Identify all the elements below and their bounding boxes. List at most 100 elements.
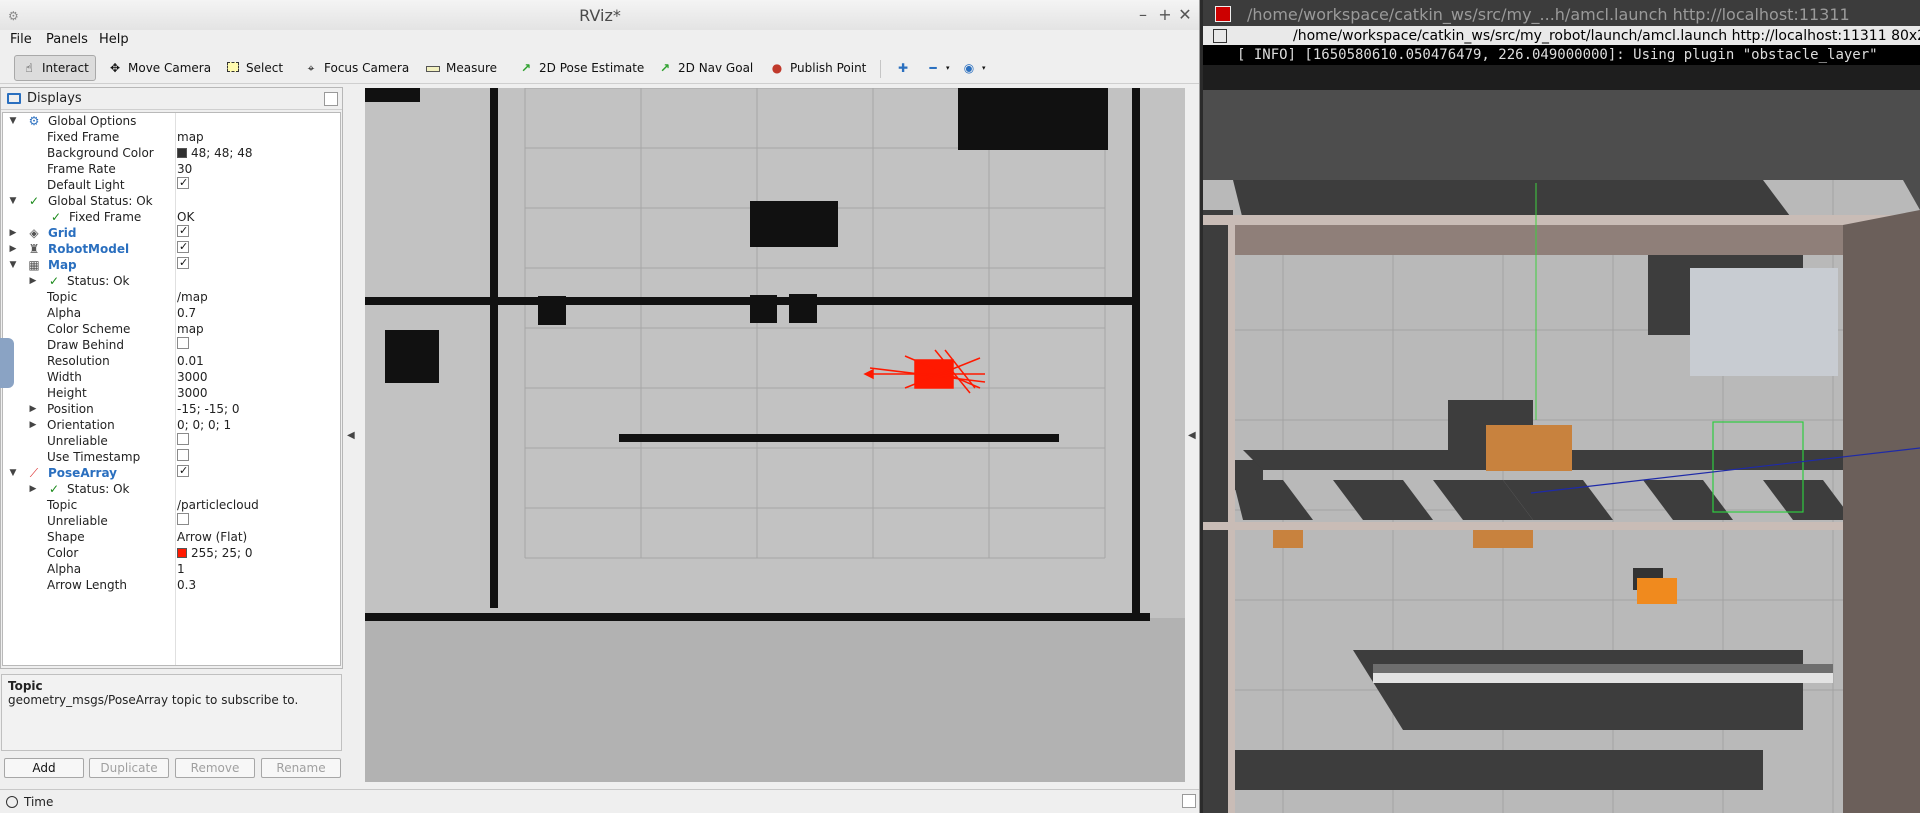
map-topic-field[interactable]: /map — [177, 289, 208, 305]
expand-right-icon[interactable]: ▶ — [27, 481, 39, 497]
tree-row-frame-rate[interactable]: Frame Rate 30 — [3, 161, 340, 177]
tree-row-use-timestamp[interactable]: Use Timestamp — [3, 449, 340, 465]
color-scheme-field[interactable]: map — [177, 321, 204, 337]
interact-tool[interactable]: ☝ Interact — [14, 55, 96, 81]
pose-unreliable-checkbox[interactable] — [177, 513, 189, 525]
arrow-length-field[interactable]: 0.3 — [177, 577, 196, 593]
tree-row-arrow-length[interactable]: Arrow Length 0.3 — [3, 577, 340, 593]
row-value: 3000 — [177, 386, 208, 400]
tree-row-shape[interactable]: Shape Arrow (Flat) — [3, 529, 340, 545]
focus-camera-tool[interactable]: ⌖ Focus Camera — [296, 55, 416, 81]
tree-row-position[interactable]: ▶ Position -15; -15; 0 — [3, 401, 340, 417]
pose-array-enabled-checkbox[interactable] — [177, 463, 189, 479]
background-color-field[interactable]: 48; 48; 48 — [177, 145, 253, 161]
map-enabled-checkbox[interactable] — [177, 255, 189, 271]
remove-button[interactable]: Remove — [175, 758, 255, 778]
row-label: Fixed Frame — [47, 130, 120, 144]
remove-tool-button[interactable]: ━ ▾ — [918, 55, 957, 81]
map-unreliable-checkbox[interactable] — [177, 433, 189, 445]
render-viewport[interactable] — [365, 87, 1185, 782]
map-render — [365, 87, 1185, 782]
tree-row-pose-color[interactable]: Color 255; 25; 0 — [3, 545, 340, 561]
publish-point-tool[interactable]: ● Publish Point — [762, 55, 873, 81]
rename-button[interactable]: Rename — [261, 758, 341, 778]
tree-row-global-status[interactable]: ▼ ✓ Global Status: Ok — [3, 193, 340, 209]
tree-row-resolution[interactable]: Resolution 0.01 — [3, 353, 340, 369]
tree-row-height[interactable]: Height 3000 — [3, 385, 340, 401]
add-button[interactable]: Add — [4, 758, 84, 778]
expand-right-icon[interactable]: ▶ — [7, 241, 19, 257]
terminal-tab[interactable]: /home/workspace/catkin_ws/src/my_robot/l… — [1203, 26, 1920, 46]
time-panel-float-button[interactable] — [1182, 794, 1196, 808]
expand-down-icon[interactable]: ▼ — [7, 257, 19, 273]
tree-row-pose-array[interactable]: ▼ ⟋ PoseArray — [3, 463, 340, 481]
expand-down-icon[interactable]: ▼ — [7, 193, 19, 209]
grid-enabled-checkbox[interactable] — [177, 223, 189, 239]
tree-row-map[interactable]: ▼ ▦ Map — [3, 255, 340, 273]
map-alpha-field[interactable]: 0.7 — [177, 305, 196, 321]
tree-row-global-options[interactable]: ▼ ⚙ Global Options — [3, 113, 340, 129]
ruler-icon — [425, 60, 441, 76]
expand-right-icon[interactable]: ▶ — [27, 417, 39, 433]
row-value: 255; 25; 0 — [191, 546, 253, 560]
row-value: 0.01 — [177, 354, 204, 368]
menu-help[interactable]: Help — [99, 32, 129, 47]
menu-panels[interactable]: Panels — [46, 32, 88, 47]
tree-row-fixed-frame[interactable]: Fixed Frame map — [3, 129, 340, 145]
tree-row-pose-alpha[interactable]: Alpha 1 — [3, 561, 340, 577]
close-icon[interactable]: ✕ — [1176, 6, 1194, 24]
minimize-icon[interactable]: – — [1134, 6, 1152, 24]
collapse-right-icon[interactable]: ◀ — [1188, 430, 1196, 441]
fixed-frame-field[interactable]: map — [177, 129, 204, 145]
tree-row-grid[interactable]: ▶ ◈ Grid — [3, 223, 340, 241]
tree-row-draw-behind[interactable]: Draw Behind — [3, 337, 340, 353]
row-value: -15; -15; 0 — [177, 402, 240, 416]
tree-row-orientation[interactable]: ▶ Orientation 0; 0; 0; 1 — [3, 417, 340, 433]
tree-row-width[interactable]: Width 3000 — [3, 369, 340, 385]
robot-model-enabled-checkbox[interactable] — [177, 239, 189, 255]
focus-target-icon: ⌖ — [307, 61, 315, 75]
draw-behind-checkbox[interactable] — [177, 337, 189, 349]
nav-goal-label: 2D Nav Goal — [678, 61, 754, 75]
tree-row-color-scheme[interactable]: Color Scheme map — [3, 321, 340, 337]
add-tool-button[interactable]: ✚ — [888, 55, 918, 81]
tree-row-background-color[interactable]: Background Color 48; 48; 48 — [3, 145, 340, 161]
use-timestamp-checkbox[interactable] — [177, 449, 189, 461]
tree-row-map-status[interactable]: ▶ ✓ Status: Ok — [3, 273, 340, 289]
menu-file[interactable]: File — [10, 32, 32, 47]
default-light-checkbox[interactable] — [177, 175, 189, 191]
row-label: Status: Ok — [67, 482, 130, 496]
tree-row-map-alpha[interactable]: Alpha 0.7 — [3, 305, 340, 321]
expand-down-icon[interactable]: ▼ — [7, 465, 19, 481]
pose-topic-field[interactable]: /particlecloud — [177, 497, 259, 513]
pose-color-field[interactable]: 255; 25; 0 — [177, 545, 253, 561]
tree-row-robot-model[interactable]: ▶ ♜ RobotModel — [3, 239, 340, 257]
panel-float-button[interactable] — [324, 92, 338, 106]
tree-row-map-unreliable[interactable]: Unreliable — [3, 433, 340, 449]
toolbar: ☝ Interact ✥ Move Camera Select ⌖ Focus … — [0, 52, 1199, 84]
tree-row-default-light[interactable]: Default Light — [3, 175, 340, 193]
tree-row-pose-status[interactable]: ▶ ✓ Status: Ok — [3, 481, 340, 497]
tree-row-pose-unreliable[interactable]: Unreliable — [3, 513, 340, 529]
pose-alpha-field[interactable]: 1 — [177, 561, 185, 577]
tree-row-fixed-frame-status[interactable]: ✓ Fixed Frame OK — [3, 209, 340, 225]
collapse-left-icon[interactable]: ◀ — [347, 430, 355, 441]
gazebo-viewport[interactable] — [1203, 90, 1920, 813]
move-camera-tool[interactable]: ✥ Move Camera — [100, 55, 218, 81]
measure-tool[interactable]: Measure — [418, 55, 504, 81]
expand-right-icon[interactable]: ▶ — [27, 273, 39, 289]
select-tool[interactable]: Select — [218, 55, 290, 81]
nav-goal-tool[interactable]: ↗ 2D Nav Goal — [650, 55, 760, 81]
expand-right-icon[interactable]: ▶ — [7, 225, 19, 241]
view-options-button[interactable]: ◉ ▾ — [954, 55, 993, 81]
dock-grip-handle[interactable] — [0, 338, 14, 388]
row-label: Orientation — [47, 418, 115, 432]
expand-down-icon[interactable]: ▼ — [7, 113, 19, 129]
maximize-icon[interactable]: + — [1156, 6, 1174, 24]
shape-dropdown[interactable]: Arrow (Flat) — [177, 529, 247, 545]
expand-right-icon[interactable]: ▶ — [27, 401, 39, 417]
tree-row-pose-topic[interactable]: Topic /particlecloud — [3, 497, 340, 513]
duplicate-button[interactable]: Duplicate — [89, 758, 169, 778]
tree-row-map-topic[interactable]: Topic /map — [3, 289, 340, 305]
pose-estimate-tool[interactable]: ↗ 2D Pose Estimate — [511, 55, 651, 81]
